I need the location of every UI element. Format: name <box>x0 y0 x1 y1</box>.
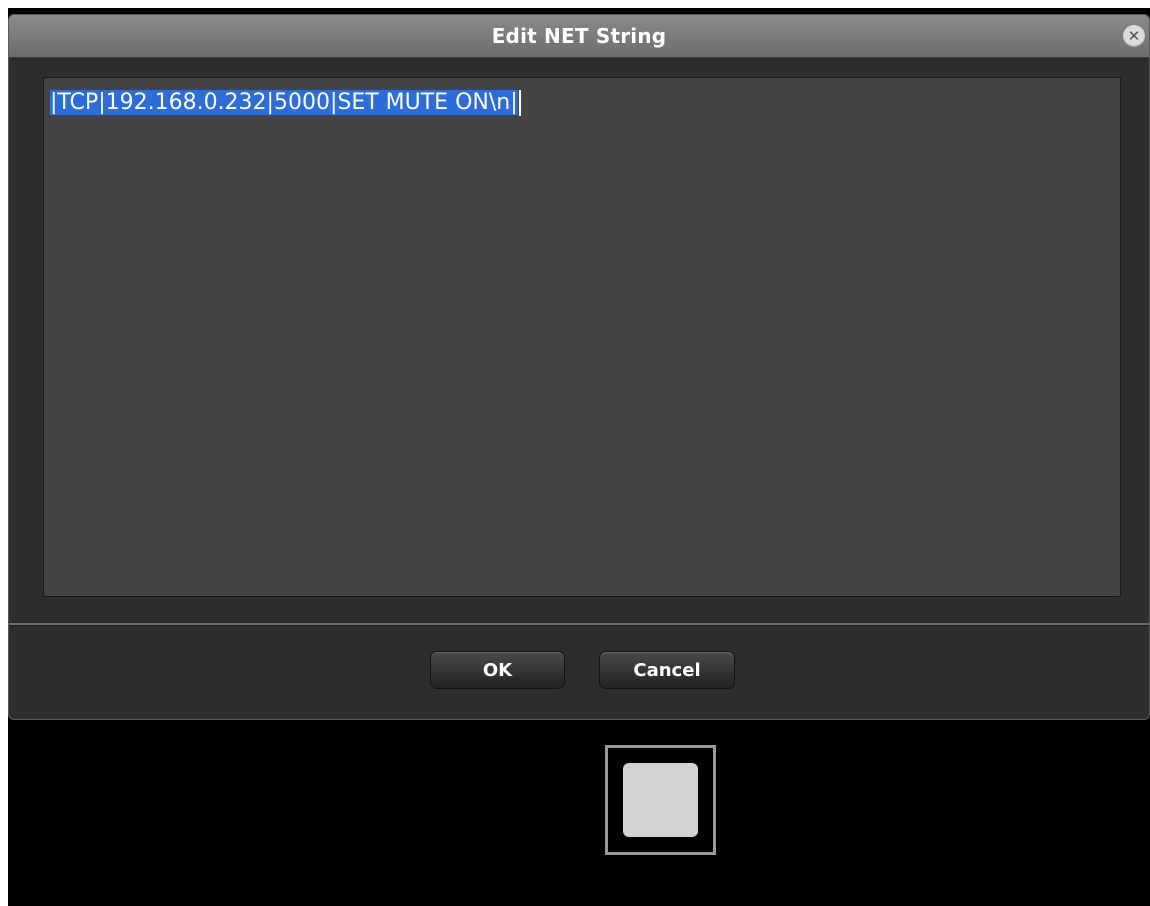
ok-button[interactable]: OK <box>430 651 565 689</box>
text-caret <box>518 90 521 116</box>
dialog-titlebar[interactable]: Edit NET String ✕ <box>9 15 1149 58</box>
footer-divider <box>9 623 1149 626</box>
edit-net-string-dialog: Edit NET String ✕ |TCP|192.168.0.232|500… <box>8 14 1150 720</box>
text-content: |TCP|192.168.0.232|5000|SET MUTE ON\n| <box>50 88 1114 118</box>
cancel-button[interactable]: Cancel <box>599 651 735 689</box>
dialog-title: Edit NET String <box>491 24 667 48</box>
net-string-textarea[interactable]: |TCP|192.168.0.232|5000|SET MUTE ON\n| <box>43 77 1121 597</box>
close-icon[interactable]: ✕ <box>1123 25 1145 47</box>
selected-text: |TCP|192.168.0.232|5000|SET MUTE ON\n| <box>50 90 518 115</box>
button-preview-square[interactable] <box>623 763 698 837</box>
button-preview-frame[interactable] <box>605 745 716 855</box>
